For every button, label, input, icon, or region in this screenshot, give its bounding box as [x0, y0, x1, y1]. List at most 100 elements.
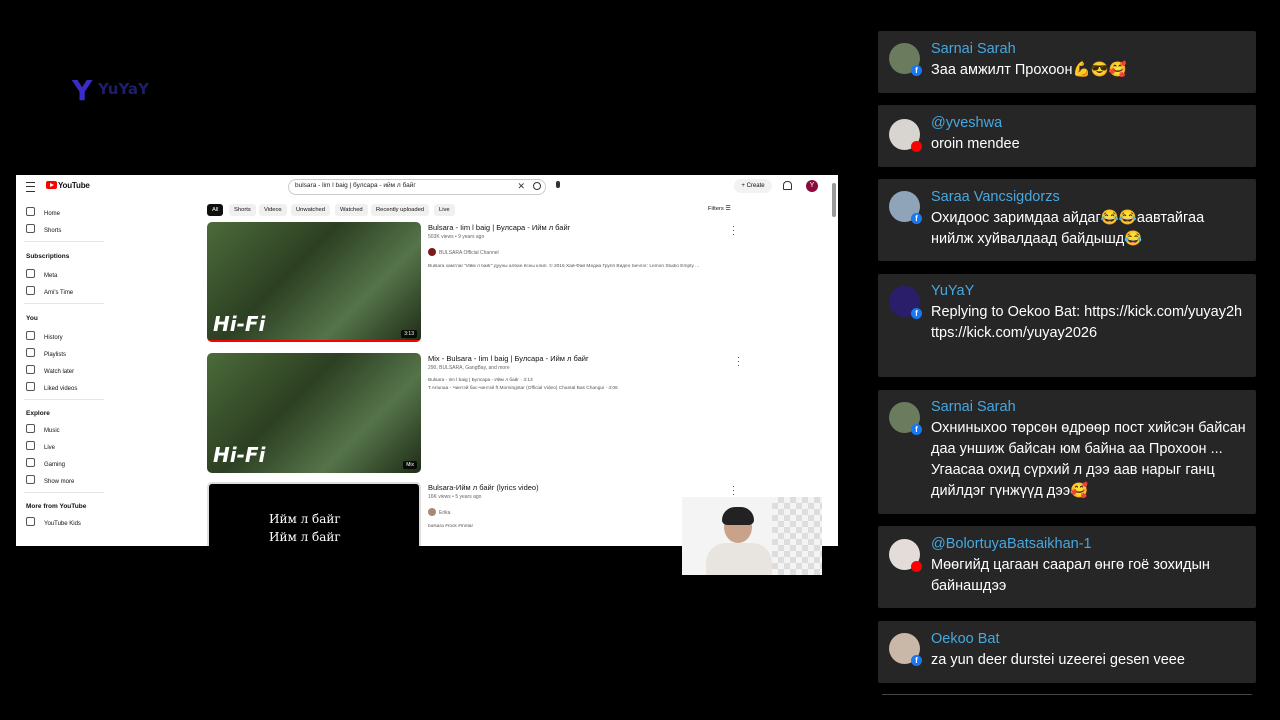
sidebar-item-label: Show more	[44, 479, 75, 485]
channel-avatar	[428, 508, 436, 516]
more-options-icon[interactable]: · · ·	[732, 222, 735, 239]
person-hair	[722, 507, 754, 525]
divider	[24, 492, 104, 493]
sidebar-item-label: History	[44, 335, 63, 341]
youtube-logo[interactable]: YouTube	[46, 181, 90, 190]
stream-logo-mark: Y	[72, 74, 93, 107]
sidebar-item-watch-later[interactable]: Watch later	[26, 365, 74, 375]
more-from-youtube-header: More from YouTube	[26, 503, 87, 510]
clear-search-icon[interactable]: ✕	[517, 181, 525, 192]
search-input[interactable]: bulsara - lim l baig | булсара - ийм л б…	[295, 182, 416, 189]
channel-link[interactable]: BULSARA Official Channel	[428, 248, 499, 256]
chip-videos[interactable]: Videos	[259, 204, 287, 216]
chip-watched[interactable]: Watched	[335, 204, 368, 216]
you-header[interactable]: You	[26, 315, 38, 322]
notifications-icon[interactable]	[783, 181, 792, 190]
divider	[24, 241, 104, 242]
chip-live[interactable]: Live	[434, 204, 455, 216]
chat-message: f Sarnai Sarah Охниныхоо төрсөн өдрөөр п…	[878, 390, 1256, 514]
sidebar-item-label: Music	[44, 428, 60, 434]
chat-author: @yveshwa	[931, 115, 1003, 131]
home-icon	[26, 207, 35, 216]
channel-name: Erika	[439, 510, 451, 516]
account-avatar[interactable]: Y	[806, 180, 818, 192]
youtube-icon	[911, 141, 922, 152]
sidebar-item-label: Liked videos	[44, 386, 78, 392]
mix-track-1[interactable]: Bulsara - Iim l baig | Булсара - Ийм л б…	[428, 378, 533, 383]
create-button[interactable]: + Create	[734, 179, 772, 193]
chat-author: Sarnai Sarah	[931, 41, 1016, 57]
avatar	[889, 539, 922, 572]
thumbnail-lyric: Ийм л байг	[269, 512, 341, 526]
divider	[24, 399, 104, 400]
facebook-icon: f	[911, 424, 922, 435]
shorts-icon	[26, 224, 35, 233]
chat-text: Охниныхоо төрсөн өдрөөр пост хийсэн байс…	[931, 420, 1246, 499]
live-icon	[26, 441, 35, 450]
facebook-icon: f	[911, 65, 922, 76]
avatar: f	[889, 43, 922, 76]
chip-recently-uploaded[interactable]: Recently uploaded	[371, 204, 430, 216]
video-title[interactable]: Mix - Bulsara - Iim l baig | Булсара - И…	[428, 354, 589, 363]
sidebar-item-show-more[interactable]: Show more	[26, 475, 74, 485]
channel-link[interactable]: Erika	[428, 508, 450, 516]
facebook-icon: f	[911, 213, 922, 224]
scrollbar[interactable]	[832, 183, 836, 217]
youtube-header: YouTube bulsara - lim l baig | булсара -…	[16, 175, 838, 199]
subscriptions-header[interactable]: Subscriptions	[26, 253, 69, 260]
sidebar-item-liked-videos[interactable]: Liked videos	[26, 382, 77, 392]
more-options-icon[interactable]: · · ·	[732, 482, 735, 499]
channel-icon	[26, 286, 35, 295]
video-thumbnail[interactable]: Hi-Fi 3:13	[207, 222, 421, 342]
youtube-play-icon	[46, 181, 57, 189]
chat-author: YuYaY	[931, 283, 975, 299]
mix-badge: Mix	[403, 461, 417, 469]
thumbnail-logo: Hi-Fi	[213, 312, 266, 336]
sidebar-item-amis-time[interactable]: Ami's Time	[26, 286, 73, 296]
stream-logo-text: YuYaY	[98, 80, 149, 98]
video-result[interactable]: Hi-Fi Mix Mix - Bulsara - Iim l baig | Б…	[207, 353, 827, 473]
history-icon	[26, 331, 35, 340]
sidebar-item-shorts[interactable]: Shorts	[26, 224, 61, 234]
sidebar-item-label: Ami's Time	[44, 290, 74, 296]
thumbnail-logo: Hi-Fi	[213, 443, 266, 467]
video-title[interactable]: Bulsara-Ийм л байг (lyrics video)	[428, 483, 539, 492]
sidebar-item-gaming[interactable]: Gaming	[26, 458, 65, 468]
channel-name: BULSARA Official Channel	[439, 250, 499, 256]
sidebar-item-live[interactable]: Live	[26, 441, 55, 451]
microphone-icon[interactable]	[556, 181, 560, 188]
video-thumbnail[interactable]: Hi-Fi Mix	[207, 353, 421, 473]
avatar: f	[889, 402, 922, 435]
mix-track-2[interactable]: T.Ariunaa - Чинтэй бас-чинтэй ft Morning…	[428, 386, 618, 391]
video-meta: 503K views • 9 years ago	[428, 234, 485, 240]
avatar: f	[889, 191, 922, 224]
chat-text: Мөөгийд цагаан саарал өнгө гоё зохидын б…	[931, 557, 1210, 594]
youtube-icon	[911, 561, 922, 572]
music-icon	[26, 424, 35, 433]
gaming-icon	[26, 458, 35, 467]
sidebar-item-meta[interactable]: Meta	[26, 269, 57, 279]
sidebar-item-playlists[interactable]: Playlists	[26, 348, 66, 358]
video-description: Bulsara хамтлаг "Ийм л байг" дууны албан…	[428, 264, 700, 269]
avatar: f	[889, 286, 922, 319]
search-box[interactable]: bulsara - lim l baig | булсара - ийм л б…	[288, 179, 546, 195]
youtube-sidebar: Home Shorts Subscriptions Meta Ami's Tim…	[16, 201, 106, 546]
video-result[interactable]: Hi-Fi 3:13 Bulsara - Iim l baig | Булсар…	[207, 222, 827, 342]
search-icon[interactable]	[533, 182, 541, 190]
sidebar-item-music[interactable]: Music	[26, 424, 60, 434]
menu-icon[interactable]	[26, 182, 35, 192]
sidebar-item-home[interactable]: Home	[26, 207, 60, 217]
sidebar-item-youtube-kids[interactable]: YouTube Kids	[26, 517, 81, 527]
chat-message: f Sarnai Sarah Заа амжилт Прохоон💪😎🥰	[878, 31, 1256, 93]
youtube-window: YouTube bulsara - lim l baig | булсара -…	[16, 175, 838, 546]
sidebar-item-history[interactable]: History	[26, 331, 63, 341]
playlists-icon	[26, 348, 35, 357]
chip-unwatched[interactable]: Unwatched	[291, 204, 331, 216]
video-thumbnail[interactable]: Ийм л байг Ийм л байг	[207, 482, 421, 546]
video-meta: 290, BULSARA, GangBay, and more	[428, 365, 510, 371]
filters-button[interactable]: Filters ☰	[708, 206, 731, 212]
video-title[interactable]: Bulsara - Iim l baig | Булсара - Ийм л б…	[428, 223, 570, 232]
chip-all[interactable]: All	[207, 204, 224, 216]
more-options-icon[interactable]: · · ·	[737, 353, 740, 370]
chip-shorts[interactable]: Shorts	[229, 204, 256, 216]
